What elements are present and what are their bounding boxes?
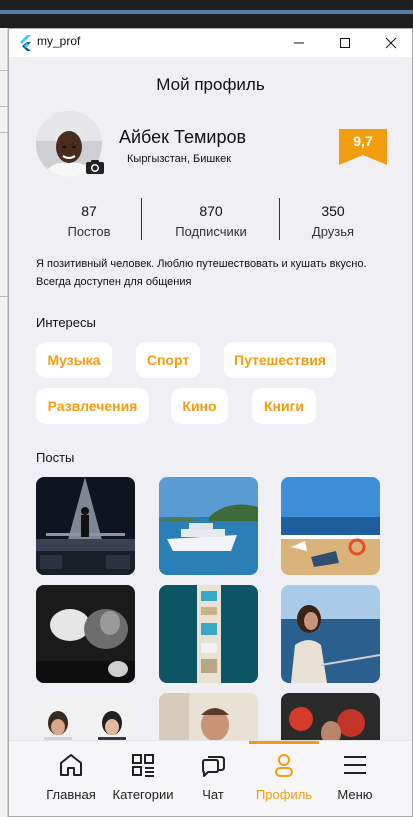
chat-icon [202, 756, 225, 777]
interest-chip[interactable]: Кино [171, 388, 228, 424]
stat-divider [141, 198, 142, 240]
close-icon [385, 37, 397, 49]
cruise-ship-photo [159, 477, 258, 575]
profile-icon [275, 754, 293, 777]
nav-item-label: Чат [202, 787, 224, 802]
interest-chip[interactable]: Книги [252, 388, 316, 424]
maximize-icon [340, 38, 350, 48]
ship-deck-photo [281, 477, 380, 575]
nav-item-label: Профиль [255, 787, 313, 802]
nav-item-profile[interactable]: Профиль [249, 741, 319, 816]
menu-icon [344, 756, 366, 774]
profile-screen: Мой профиль Айбек Темиров Кыргызстан, Би… [9, 57, 412, 816]
post-thumbnail[interactable] [281, 585, 380, 683]
minimize-button[interactable] [277, 29, 321, 57]
interest-chip[interactable]: Развлечения [36, 388, 149, 424]
posts-count: 87 [81, 203, 97, 219]
minimize-icon [294, 42, 304, 44]
nav-item-home[interactable]: Главная [41, 741, 101, 816]
camera-icon[interactable] [85, 159, 105, 175]
post-thumbnail[interactable] [36, 585, 135, 683]
background-window-edge [0, 28, 8, 817]
bottom-navigation: Главная Категории Чат Профиль Меню [9, 740, 412, 816]
posts-title: Посты [36, 450, 75, 465]
page-title: Мой профиль [156, 75, 265, 94]
post-thumbnail[interactable] [159, 585, 258, 683]
interests-title: Интересы [36, 315, 96, 330]
friends-count: 350 [321, 203, 345, 219]
close-button[interactable] [369, 29, 413, 57]
interest-chip[interactable]: Путешествия [224, 342, 336, 378]
boxing-glove-photo [36, 585, 135, 683]
interest-chip[interactable]: Музыка [36, 342, 112, 378]
cruise-aerial-photo [159, 585, 258, 683]
friends-label: Друзья [311, 224, 355, 239]
nav-item-label: Главная [46, 787, 96, 802]
nav-item-menu[interactable]: Меню [327, 741, 383, 816]
posts-label: Постов [67, 224, 111, 239]
window-title: my_prof [37, 34, 81, 48]
flutter-logo-icon [20, 35, 31, 51]
interest-chip[interactable]: Спорт [136, 342, 200, 378]
post-thumbnail[interactable] [281, 477, 380, 575]
categories-icon [132, 754, 154, 777]
followers-count: 870 [199, 203, 223, 219]
nav-item-chat[interactable]: Чат [187, 741, 239, 816]
nav-item-label: Категории [112, 787, 174, 802]
nav-item-label: Меню [337, 787, 373, 802]
desktop-background [0, 0, 413, 28]
app-window: my_prof Мой профиль Айбек Темиров Кыргыз… [8, 28, 413, 817]
post-thumbnail[interactable] [159, 477, 258, 575]
user-location: Кыргызстан, Бишкек [127, 153, 232, 165]
title-bar[interactable]: my_prof [9, 29, 412, 57]
rating-value: 9,7 [353, 133, 373, 149]
woman-sea-photo [281, 585, 380, 683]
user-name: Айбек Темиров [119, 127, 247, 147]
profile-bio: Я позитивный человек. Люблю путешествова… [36, 258, 367, 288]
boxing-ring-photo [36, 477, 135, 575]
post-thumbnail[interactable] [36, 477, 135, 575]
maximize-button[interactable] [323, 29, 367, 57]
nav-item-categories[interactable]: Категории [105, 741, 181, 816]
home-icon [60, 754, 82, 776]
followers-label: Подписчики [175, 224, 247, 239]
